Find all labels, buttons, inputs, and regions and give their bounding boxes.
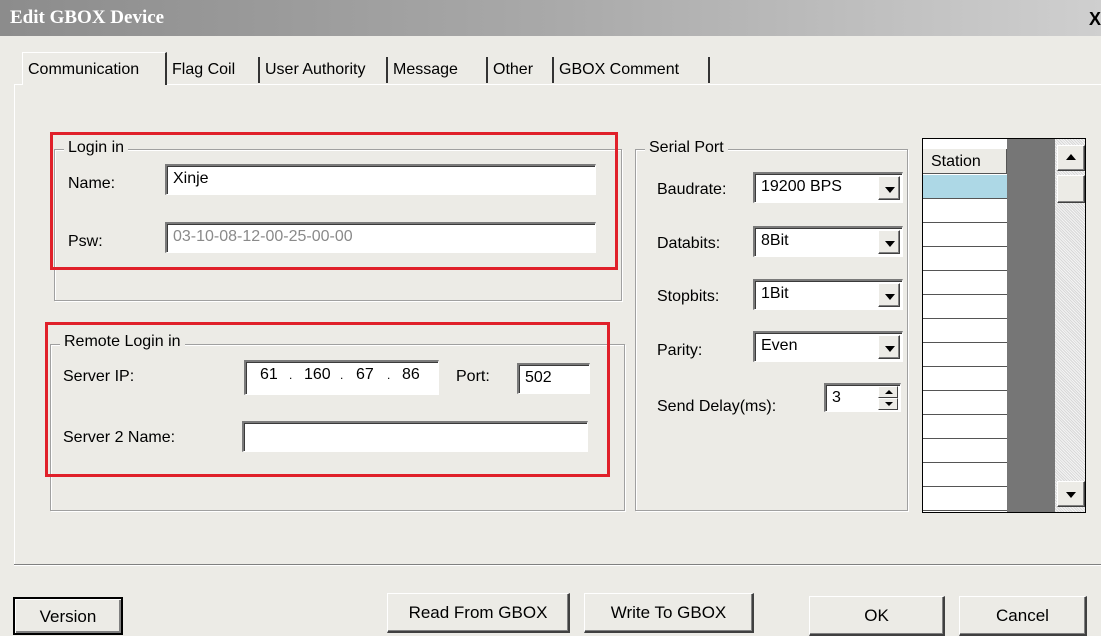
station-row[interactable] (923, 415, 1007, 439)
parity-label: Parity: (657, 342, 703, 359)
baudrate-select[interactable]: 19200 BPS (753, 172, 903, 203)
send-delay-spinner[interactable] (878, 386, 898, 410)
parity-value: Even (761, 337, 798, 354)
chevron-down-icon (885, 241, 895, 247)
station-empty-area (1007, 139, 1055, 512)
spin-down-button[interactable] (878, 398, 898, 410)
window-title: Edit GBOX Device (10, 7, 165, 28)
tab-message[interactable]: Message (388, 57, 488, 83)
stopbits-value: 1Bit (761, 285, 789, 302)
baudrate-dropdown-button[interactable] (878, 176, 900, 200)
station-header[interactable]: Station (923, 149, 1007, 174)
name-input[interactable]: Xinje (165, 164, 596, 195)
arrow-down-icon (885, 402, 893, 406)
chevron-down-icon (885, 346, 895, 352)
serial-port-group-title: Serial Port (645, 139, 728, 157)
port-input[interactable]: 502 (517, 363, 590, 394)
tab-other[interactable]: Other (488, 57, 554, 83)
parity-dropdown-button[interactable] (878, 335, 900, 359)
baudrate-value: 19200 BPS (761, 178, 842, 195)
scroll-thumb[interactable] (1057, 175, 1085, 203)
station-row[interactable] (923, 463, 1007, 487)
station-list[interactable]: Station (922, 138, 1086, 513)
server-ip-input[interactable]: 61 . 160 . 67 . 86 (244, 360, 439, 395)
stopbits-label: Stopbits: (657, 288, 720, 305)
write-to-gbox-button[interactable]: Write To GBOX (584, 593, 754, 633)
parity-select[interactable]: Even (753, 331, 903, 362)
serial-port-group (635, 149, 908, 511)
ip-octet-1: 61 (260, 366, 278, 383)
arrow-up-icon (1066, 154, 1076, 160)
spin-up-button[interactable] (878, 386, 898, 398)
arrow-up-icon (885, 390, 893, 394)
ip-octet-2: 160 (304, 366, 331, 383)
remote-login-group-title: Remote Login in (60, 333, 185, 351)
title-bar: Edit GBOX Device X (0, 0, 1101, 36)
station-row-selected[interactable] (923, 175, 1007, 199)
scroll-down-button[interactable] (1057, 481, 1085, 507)
station-row[interactable] (923, 367, 1007, 391)
station-row[interactable] (923, 487, 1007, 511)
station-row[interactable] (923, 439, 1007, 463)
ip-dot-1: . (289, 368, 293, 382)
station-row[interactable] (923, 295, 1007, 319)
close-button[interactable]: X (1089, 8, 1101, 30)
stopbits-dropdown-button[interactable] (878, 283, 900, 307)
baudrate-label: Baudrate: (657, 181, 727, 198)
databits-value: 8Bit (761, 232, 789, 249)
tab-communication[interactable]: Communication (22, 52, 167, 85)
tab-gbox-comment[interactable]: GBOX Comment (554, 57, 710, 83)
databits-label: Databits: (657, 235, 721, 252)
ip-dot-2: . (340, 368, 344, 382)
psw-input[interactable]: 03-10-08-12-00-25-00-00 (165, 222, 596, 253)
station-row[interactable] (923, 223, 1007, 247)
arrow-down-icon (1066, 492, 1076, 498)
server-ip-label: Server IP: (63, 368, 135, 385)
ip-dot-3: . (387, 368, 391, 382)
databits-dropdown-button[interactable] (878, 230, 900, 254)
databits-select[interactable]: 8Bit (753, 226, 903, 257)
psw-label: Psw: (68, 233, 103, 250)
scroll-up-button[interactable] (1057, 145, 1085, 171)
station-scrollbar[interactable] (1055, 139, 1085, 512)
chevron-down-icon (885, 294, 895, 300)
stopbits-select[interactable]: 1Bit (753, 279, 903, 310)
tab-user-authority[interactable]: User Authority (260, 57, 388, 83)
ok-button[interactable]: OK (809, 596, 945, 636)
chevron-down-icon (885, 187, 895, 193)
station-row[interactable] (923, 247, 1007, 271)
version-button[interactable]: Version (13, 597, 123, 635)
station-row[interactable] (923, 391, 1007, 415)
tab-flag-coil[interactable]: Flag Coil (167, 57, 260, 83)
ip-octet-3: 67 (356, 366, 374, 383)
port-label: Port: (456, 368, 490, 385)
send-delay-label: Send Delay(ms): (657, 398, 777, 415)
cancel-button[interactable]: Cancel (959, 596, 1087, 636)
ip-octet-4: 86 (402, 366, 420, 383)
login-group-title: Login in (64, 139, 129, 157)
name-label: Name: (68, 175, 116, 192)
read-from-gbox-button[interactable]: Read From GBOX (387, 593, 570, 633)
station-row[interactable] (923, 271, 1007, 295)
station-row[interactable] (923, 199, 1007, 223)
station-row[interactable] (923, 343, 1007, 367)
server2-name-label: Server 2 Name: (63, 429, 176, 446)
server2-name-input[interactable] (242, 421, 588, 452)
bottom-separator (14, 564, 1101, 566)
station-row[interactable] (923, 319, 1007, 343)
